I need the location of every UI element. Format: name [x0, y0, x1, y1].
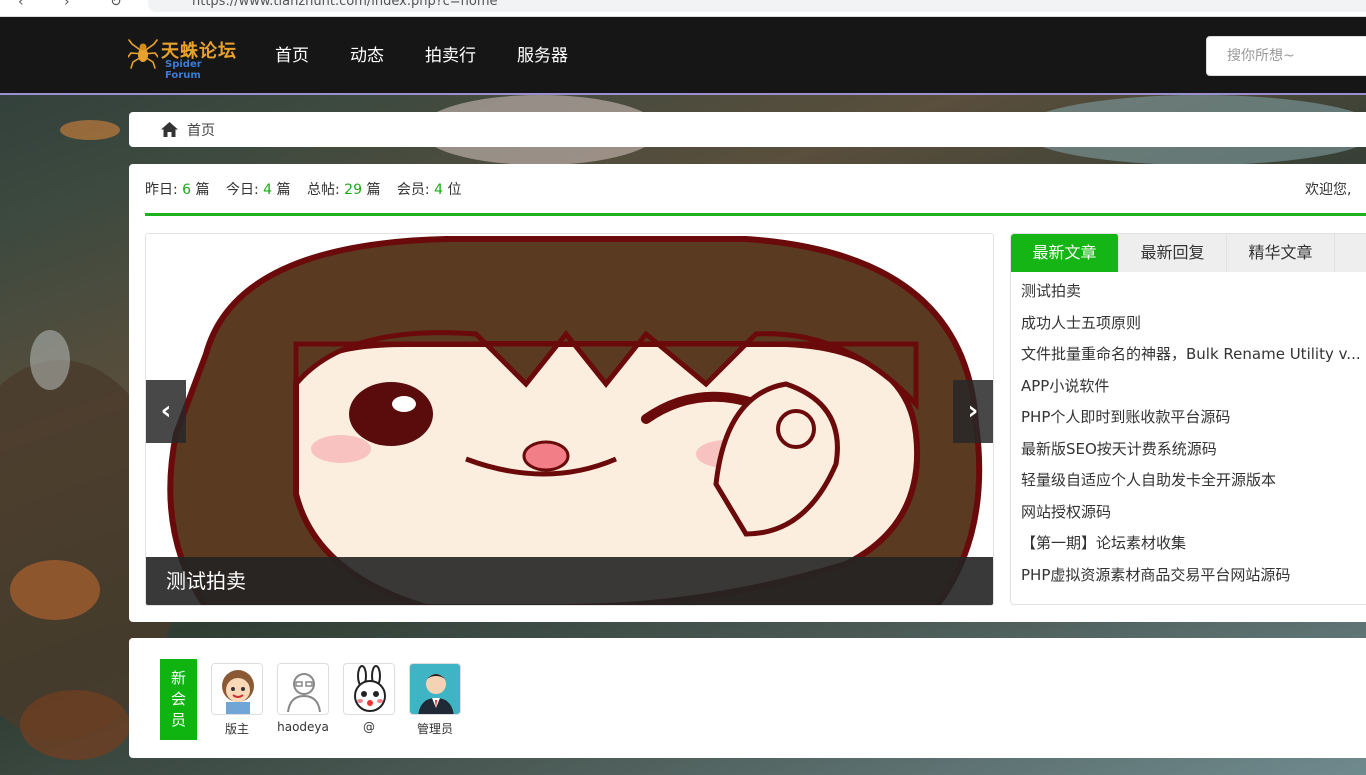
- list-item[interactable]: 测试拍卖: [1021, 276, 1366, 308]
- home-icon: [161, 122, 178, 137]
- article-tabs-panel: 最新文章 最新回复 精华文章 热 测试拍卖 成功人士五项原则 文件批量重命名的神…: [1010, 233, 1366, 605]
- member-name[interactable]: 版主: [202, 720, 272, 737]
- member-name[interactable]: @: [334, 720, 404, 734]
- breadcrumb: 首页: [129, 112, 1366, 147]
- default-user-avatar[interactable]: [277, 663, 329, 715]
- breadcrumb-home-link[interactable]: 首页: [187, 120, 215, 140]
- article-list: 测试拍卖 成功人士五项原则 文件批量重命名的神器，Bulk Rename Uti…: [1011, 272, 1366, 591]
- stat-members: 会员: 4 位: [396, 182, 462, 198]
- member-name[interactable]: haodeya: [268, 720, 338, 734]
- tab-featured-articles[interactable]: 精华文章: [1227, 234, 1335, 272]
- stat-today: 今日: 4 篇: [226, 182, 291, 198]
- new-members-label: 新 会 员: [160, 659, 197, 740]
- member-card[interactable]: haodeya: [268, 663, 338, 734]
- list-item[interactable]: PHP虚拟资源素材商品交易平台网站源码: [1021, 560, 1366, 592]
- stat-yesterday: 昨日: 6 篇: [145, 182, 210, 198]
- list-item[interactable]: 轻量级自适应个人自助发卡全开源版本: [1021, 465, 1366, 497]
- back-icon[interactable]: ‹: [18, 0, 24, 10]
- forum-stats: 昨日: 6 篇 今日: 4 篇 总帖: 29 篇 会员: 4 位: [145, 179, 473, 199]
- welcome-text: 欢迎您,: [1305, 182, 1352, 198]
- menu-item-home[interactable]: 首页: [275, 17, 309, 95]
- carousel-prev-button[interactable]: ‹: [146, 380, 186, 443]
- reload-icon[interactable]: ↻: [110, 0, 122, 10]
- forward-icon[interactable]: ›: [64, 0, 70, 10]
- list-item[interactable]: 最新版SEO按天计费系统源码: [1021, 434, 1366, 466]
- main-panel: 昨日: 6 篇 今日: 4 篇 总帖: 29 篇 会员: 4 位 欢迎您, ‹ …: [129, 164, 1366, 622]
- top-navigation: 天蛛论坛 Spider Forum 首页 动态 拍卖行 服务器: [0, 17, 1366, 95]
- tab-latest-replies[interactable]: 最新回复: [1119, 234, 1227, 272]
- tab-hot[interactable]: 热: [1335, 234, 1366, 272]
- member-name[interactable]: 管理员: [400, 720, 470, 737]
- member-card[interactable]: @: [334, 663, 404, 734]
- divider: [145, 213, 1366, 216]
- carousel-image[interactable]: [146, 234, 994, 606]
- business-man-avatar[interactable]: [409, 663, 461, 715]
- menu-item-server[interactable]: 服务器: [517, 17, 568, 95]
- carousel-caption[interactable]: 测试拍卖: [146, 557, 993, 605]
- list-item[interactable]: 【第一期】论坛素材收集: [1021, 528, 1366, 560]
- member-card[interactable]: 版主: [202, 663, 272, 737]
- cartoon-girl-avatar[interactable]: [211, 663, 263, 715]
- image-carousel[interactable]: ‹ › 测试拍卖: [145, 233, 994, 606]
- list-item[interactable]: 成功人士五项原则: [1021, 308, 1366, 340]
- new-members-panel: 新 会 员 版主 haodeya @ 管理员: [129, 638, 1366, 758]
- list-item[interactable]: 文件批量重命名的神器，Bulk Rename Utility v...: [1021, 339, 1366, 371]
- list-item[interactable]: 网站授权源码: [1021, 497, 1366, 529]
- logo-subtitle: Spider Forum: [165, 59, 202, 81]
- browser-address-bar: ‹ › ↻ https://www.tianzhunt.com/index.ph…: [0, 0, 1366, 17]
- cartoon-bunny-avatar[interactable]: [343, 663, 395, 715]
- list-item[interactable]: APP小说软件: [1021, 371, 1366, 403]
- spider-logo-icon: [128, 39, 158, 69]
- menu-item-auction[interactable]: 拍卖行: [425, 17, 476, 95]
- site-logo[interactable]: 天蛛论坛 Spider Forum: [128, 36, 238, 81]
- url-field[interactable]: https://www.tianzhunt.com/index.php?c=ho…: [148, 0, 1366, 12]
- stat-total-posts: 总帖: 29 篇: [307, 182, 381, 198]
- search-input[interactable]: [1206, 36, 1366, 76]
- carousel-next-button[interactable]: ›: [953, 380, 993, 443]
- main-menu: 首页 动态 拍卖行 服务器: [275, 17, 609, 95]
- member-card[interactable]: 管理员: [400, 663, 470, 737]
- tab-bar: 最新文章 最新回复 精华文章 热: [1011, 234, 1366, 272]
- list-item[interactable]: PHP个人即时到账收款平台源码: [1021, 402, 1366, 434]
- tab-latest-articles[interactable]: 最新文章: [1011, 234, 1119, 272]
- menu-item-activity[interactable]: 动态: [350, 17, 384, 95]
